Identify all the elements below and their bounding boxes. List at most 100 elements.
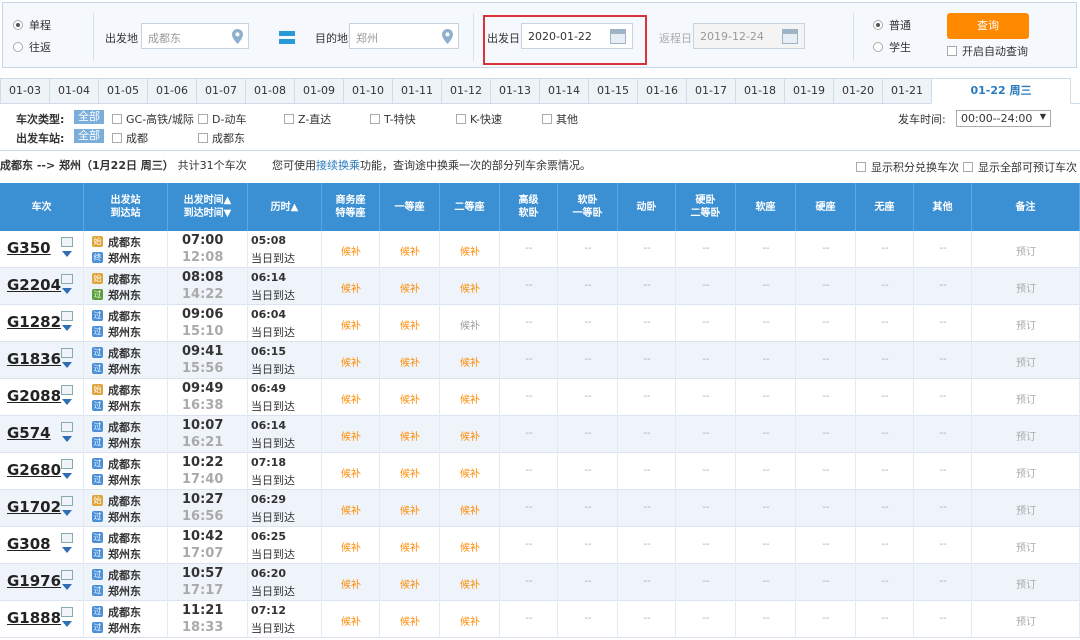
id-card-icon[interactable] [61, 533, 73, 543]
seat-status[interactable]: 候补 [380, 576, 440, 591]
book-button[interactable]: 预订 [1012, 354, 1040, 369]
id-card-icon[interactable] [61, 422, 73, 432]
date-tab[interactable]: 01-20 [833, 78, 883, 104]
station-all[interactable]: 全部 [74, 129, 104, 143]
column-header[interactable]: 车次 [0, 183, 84, 231]
seat-status[interactable]: 候补 [380, 502, 440, 517]
date-tab[interactable]: 01-03 [0, 78, 50, 104]
id-card-icon[interactable] [61, 385, 73, 395]
date-tab[interactable]: 01-11 [392, 78, 442, 104]
date-tab[interactable]: 01-07 [196, 78, 246, 104]
to-input[interactable]: 郑州 [349, 23, 459, 49]
table-row[interactable]: G1888 过成都东过郑州东 11:21 18:33 07:12 当日到达 候补 候补 候补 --… [0, 601, 1080, 638]
train-code-link[interactable]: G2088 [7, 387, 61, 405]
expand-arrow-icon[interactable] [62, 362, 72, 368]
book-button[interactable]: 预订 [1012, 613, 1040, 628]
swap-icon[interactable] [279, 31, 295, 45]
seat-status[interactable]: 候补 [440, 391, 500, 406]
id-card-icon[interactable] [61, 496, 73, 506]
seat-status[interactable]: 候补 [440, 613, 500, 628]
date-tab[interactable]: 01-08 [245, 78, 295, 104]
seat-status[interactable]: 候补 [322, 280, 380, 295]
train-code-link[interactable]: G574 [7, 424, 51, 442]
seat-status[interactable]: 候补 [322, 428, 380, 443]
date-tab[interactable]: 01-06 [147, 78, 197, 104]
column-header[interactable]: 历时▲ [248, 183, 322, 231]
train-type-filter[interactable]: 其他 [542, 111, 578, 127]
seat-status[interactable]: 候补 [440, 502, 500, 517]
train-code-link[interactable]: G1282 [7, 313, 61, 331]
column-header[interactable]: 动卧 [618, 183, 676, 231]
expand-arrow-icon[interactable] [62, 621, 72, 627]
seat-status[interactable]: 候补 [380, 354, 440, 369]
bookable-checkbox[interactable]: 显示全部可预订车次 [963, 159, 1077, 175]
seat-status[interactable]: 候补 [380, 465, 440, 480]
seat-status[interactable]: 候补 [440, 243, 500, 258]
column-header[interactable]: 软卧 一等卧 [558, 183, 618, 231]
column-header[interactable]: 硬座 [796, 183, 856, 231]
column-header[interactable]: 硬卧 二等卧 [676, 183, 736, 231]
date-tab[interactable]: 01-10 [343, 78, 393, 104]
date-tab[interactable]: 01-19 [784, 78, 834, 104]
table-row[interactable]: G574 过成都东过郑州东 10:07 16:21 06:14 当日到达 候补 候补 候补 -- -… [0, 416, 1080, 453]
table-row[interactable]: G1702 始成都东过郑州东 10:27 16:56 06:29 当日到达 候补 候补 候补 --… [0, 490, 1080, 527]
expand-arrow-icon[interactable] [62, 547, 72, 553]
id-card-icon[interactable] [61, 274, 73, 284]
seat-status[interactable]: 候补 [380, 613, 440, 628]
from-input[interactable]: 成都东 [141, 23, 249, 49]
book-button[interactable]: 预订 [1012, 243, 1040, 258]
seat-status[interactable]: 候补 [440, 465, 500, 480]
column-header[interactable]: 出发站 到达站 [84, 183, 168, 231]
trip-type-oneway[interactable]: 单程 [13, 17, 51, 33]
date-tab[interactable]: 01-13 [490, 78, 540, 104]
trip-type-roundtrip[interactable]: 往返 [13, 39, 51, 55]
book-button[interactable]: 预订 [1012, 502, 1040, 517]
column-header[interactable]: 无座 [856, 183, 914, 231]
seat-status[interactable]: 候补 [322, 317, 380, 332]
id-card-icon[interactable] [61, 348, 73, 358]
id-card-icon[interactable] [61, 237, 73, 247]
table-row[interactable]: G1282 过成都东过郑州东 09:06 15:10 06:04 当日到达 候补 候补 候补 --… [0, 305, 1080, 342]
train-type-filter[interactable]: K-快速 [456, 111, 502, 127]
seat-status[interactable]: 候补 [440, 354, 500, 369]
date-tab[interactable]: 01-05 [98, 78, 148, 104]
id-card-icon[interactable] [61, 607, 73, 617]
train-type-filter[interactable]: D-动车 [198, 111, 246, 127]
expand-arrow-icon[interactable] [62, 473, 72, 479]
return-date-input[interactable]: 2019-12-24 [693, 23, 805, 49]
seat-status[interactable]: 候补 [322, 502, 380, 517]
station-filter-chengdu[interactable]: 成都 [112, 130, 148, 146]
expand-arrow-icon[interactable] [62, 510, 72, 516]
book-button[interactable]: 预订 [1012, 391, 1040, 406]
train-type-filter[interactable]: GC-高铁/城际 [112, 111, 194, 127]
column-header[interactable]: 出发时间▲ 到达时间▼ [168, 183, 248, 231]
train-type-filter[interactable]: T-特快 [370, 111, 416, 127]
time-select[interactable]: 00:00--24:00 ▼ [956, 110, 1051, 127]
expand-arrow-icon[interactable] [62, 399, 72, 405]
id-card-icon[interactable] [61, 311, 73, 321]
seat-status[interactable]: 候补 [322, 391, 380, 406]
table-row[interactable]: G308 过成都东过郑州东 10:42 17:07 06:25 当日到达 候补 候补 候补 -- -… [0, 527, 1080, 564]
expand-arrow-icon[interactable] [62, 584, 72, 590]
date-tab[interactable]: 01-16 [637, 78, 687, 104]
date-tab[interactable]: 01-09 [294, 78, 344, 104]
seat-status[interactable]: 候补 [322, 576, 380, 591]
column-header[interactable]: 备注 [972, 183, 1080, 231]
date-tab[interactable]: 01-17 [686, 78, 736, 104]
train-type-all[interactable]: 全部 [74, 110, 104, 124]
seat-status[interactable]: 候补 [440, 539, 500, 554]
seat-status[interactable]: 候补 [322, 354, 380, 369]
train-code-link[interactable]: G308 [7, 535, 51, 553]
seat-status[interactable]: 候补 [440, 280, 500, 295]
column-header[interactable]: 高级 软卧 [500, 183, 558, 231]
seat-status[interactable]: 候补 [440, 317, 500, 332]
seat-status[interactable]: 候补 [380, 539, 440, 554]
column-header[interactable]: 一等座 [380, 183, 440, 231]
seat-status[interactable]: 候补 [380, 317, 440, 332]
passenger-student[interactable]: 学生 [873, 39, 911, 55]
expand-arrow-icon[interactable] [62, 251, 72, 257]
seat-status[interactable]: 候补 [380, 243, 440, 258]
date-tab[interactable]: 01-04 [49, 78, 99, 104]
seat-status[interactable]: 候补 [322, 539, 380, 554]
seat-status[interactable]: 候补 [380, 280, 440, 295]
